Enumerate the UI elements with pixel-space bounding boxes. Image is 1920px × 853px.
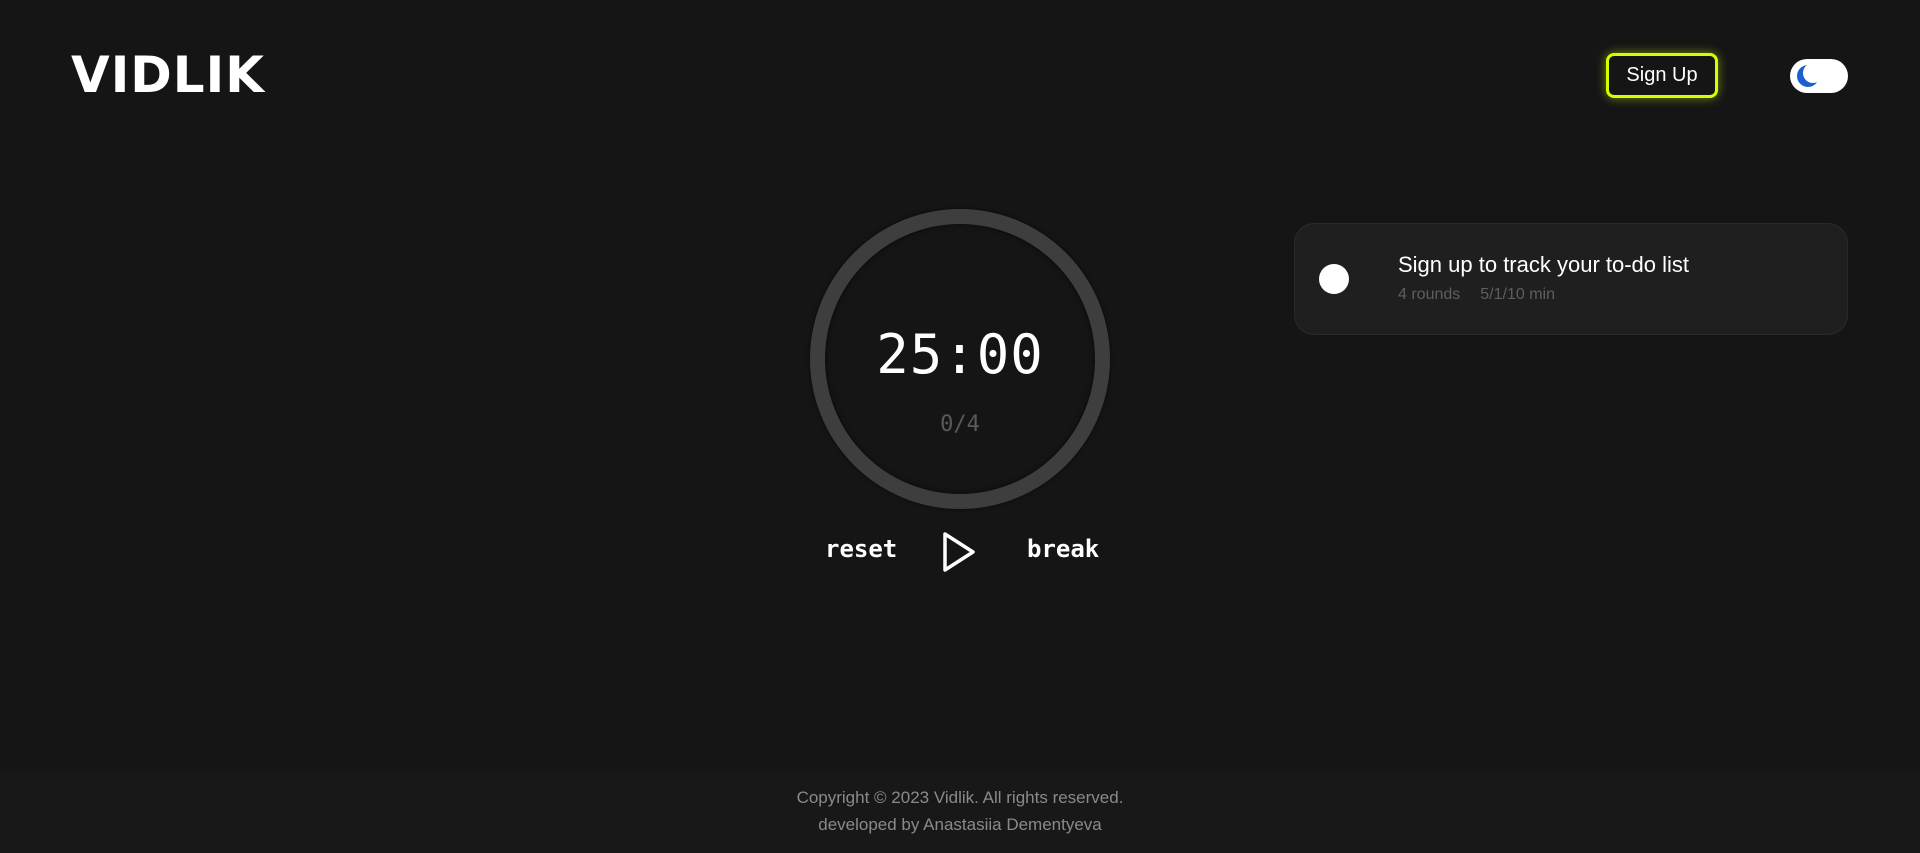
logo[interactable]: VIDLIK <box>71 50 265 100</box>
task-card[interactable]: Sign up to track your to-do list 4 round… <box>1294 223 1848 335</box>
theme-toggle[interactable] <box>1790 59 1848 93</box>
play-icon <box>943 532 975 572</box>
task-complete-toggle[interactable] <box>1319 264 1349 294</box>
footer-developer: developed by Anastasiia Dementyeva <box>818 815 1102 834</box>
task-title: Sign up to track your to-do list <box>1398 252 1690 277</box>
task-meta: 4 rounds 5/1/10 min <box>1398 286 1555 304</box>
reset-button[interactable]: reset <box>825 535 897 563</box>
rounds-counter: 0/4 <box>940 412 980 437</box>
footer-copyright: Copyright © 2023 Vidlik. All rights rese… <box>796 788 1124 807</box>
task-durations: 5/1/10 min <box>1480 286 1555 303</box>
break-button[interactable]: break <box>1027 535 1099 563</box>
page: VIDLIK Sign Up 25:00 0/4 reset break Sig… <box>0 0 1920 853</box>
sign-up-button[interactable]: Sign Up <box>1606 53 1718 98</box>
footer: Copyright © 2023 Vidlik. All rights rese… <box>0 769 1920 853</box>
moon-icon <box>1797 63 1822 87</box>
timer-display: 25:00 <box>876 323 1044 386</box>
play-button[interactable] <box>941 531 977 573</box>
task-rounds: 4 rounds <box>1398 286 1461 303</box>
